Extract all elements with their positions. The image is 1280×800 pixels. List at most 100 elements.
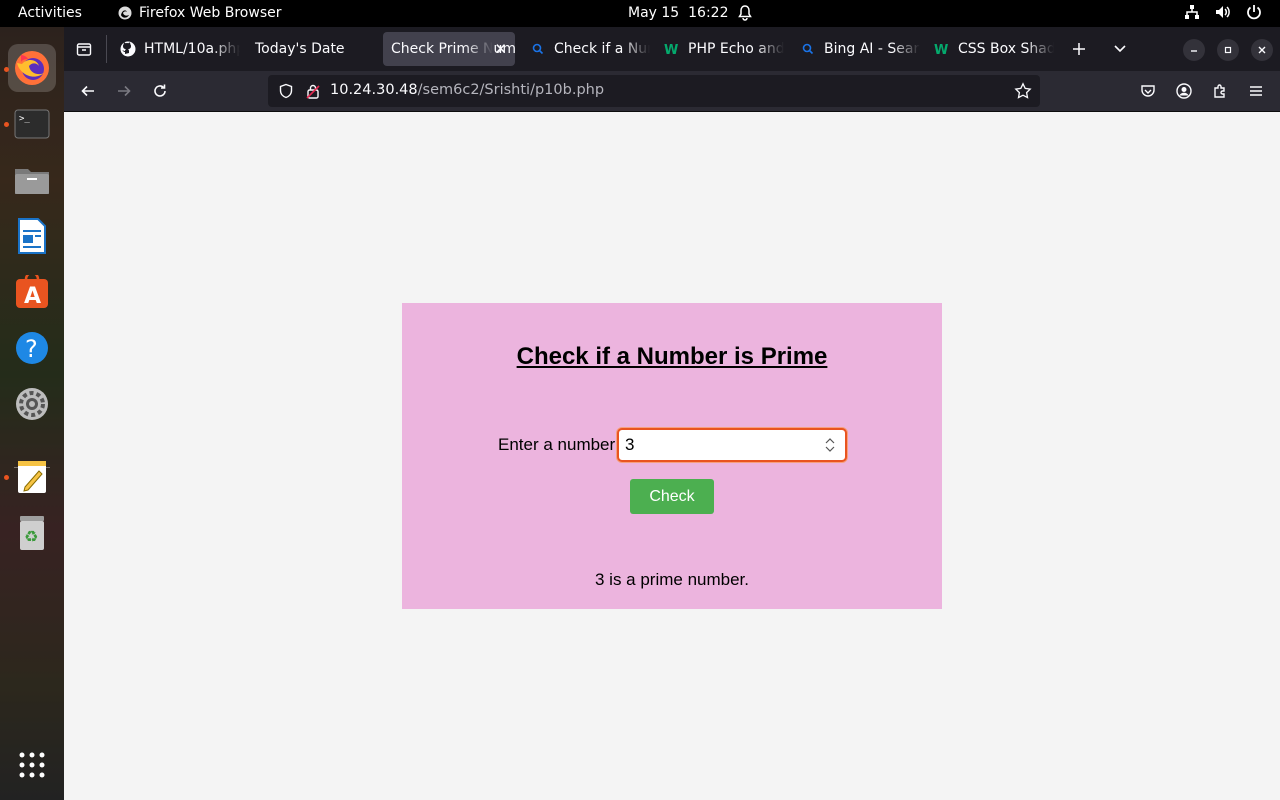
restore-button[interactable] (1217, 39, 1239, 61)
puzzle-icon (1214, 84, 1225, 98)
system-top-bar: Activities Firefox Web Browser May 15 16… (0, 0, 1280, 27)
minimize-icon (1191, 50, 1197, 52)
app-center-icon: A (16, 275, 48, 309)
app-name: Firefox Web Browser (139, 5, 282, 21)
page-title: Check if a Number is Prime (516, 343, 828, 370)
running-indicator (4, 475, 9, 480)
text-editor-icon (18, 461, 46, 493)
dock-show-apps[interactable] (8, 741, 56, 789)
svg-text:♻: ♻ (24, 527, 38, 546)
page-viewport: Check if a Number is Prime Enter a numbe… (64, 112, 1280, 800)
tab-label: Today's Date (255, 41, 345, 57)
volume-icon (1216, 6, 1230, 18)
dock-app-center[interactable]: A (8, 268, 56, 316)
forward-button[interactable] (110, 79, 138, 103)
dock-settings[interactable] (8, 380, 56, 428)
app-menu[interactable]: Firefox Web Browser (117, 5, 282, 21)
tab-bar: HTML/10a.php Today's Date Check Prime Nu… (64, 27, 1280, 71)
reload-icon (154, 84, 166, 97)
new-tab-button[interactable] (1067, 37, 1091, 61)
dock-writer[interactable] (8, 212, 56, 260)
dock-trash[interactable]: ♻ (8, 509, 56, 557)
pocket-button[interactable] (1134, 79, 1162, 103)
list-all-tabs-button[interactable] (1108, 37, 1132, 61)
number-input[interactable] (625, 434, 815, 456)
url-path: /sem6c2/Srishti/p10b.php (417, 82, 605, 98)
search-icon (530, 41, 546, 57)
extensions-button[interactable] (1206, 79, 1234, 103)
network-icon (1185, 5, 1199, 19)
hamburger-icon (1250, 86, 1262, 96)
clock-time: 16:22 (688, 5, 729, 21)
terminal-icon: >_ (14, 109, 50, 139)
folder-icon (15, 169, 49, 194)
tab-todays-date[interactable]: Today's Date (247, 32, 377, 66)
help-icon: ? (16, 332, 48, 364)
writer-icon (18, 218, 46, 254)
firefox-icon (15, 51, 49, 85)
chevron-down-icon (1114, 45, 1126, 53)
tab-php-echo[interactable]: W PHP Echo and (656, 32, 784, 66)
dock-text-editor[interactable] (8, 453, 56, 501)
running-indicator (4, 67, 9, 72)
svg-text:A: A (24, 284, 41, 309)
svg-text:?: ? (25, 335, 38, 363)
trash-icon: ♻ (20, 516, 44, 550)
system-tray[interactable] (1184, 4, 1262, 20)
settings-icon (16, 388, 48, 420)
account-button[interactable] (1170, 79, 1198, 103)
restore-icon (1224, 46, 1232, 54)
bell-icon (738, 5, 753, 21)
close-tab-icon[interactable]: ✕ (494, 40, 507, 58)
github-icon (120, 41, 136, 57)
tab-check-prime[interactable]: Check Prime Number ✕ (383, 32, 515, 66)
app-menu-button[interactable] (1242, 79, 1270, 103)
tracking-protection-icon[interactable] (278, 83, 294, 103)
account-icon (1176, 83, 1192, 99)
svg-text:W: W (664, 43, 678, 56)
dock-terminal[interactable]: >_ (8, 100, 56, 148)
dock-firefox[interactable] (8, 44, 56, 92)
firefox-window: HTML/10a.php Today's Date Check Prime Nu… (64, 27, 1280, 800)
url-bar[interactable]: 10.24.30.48/sem6c2/Srishti/p10b.php (268, 75, 1040, 107)
check-button[interactable]: Check (630, 479, 714, 514)
result-text: 3 is a prime number. (594, 570, 749, 589)
svg-text:W: W (934, 43, 948, 56)
number-label: Enter a number: (498, 435, 620, 454)
navigation-toolbar: 10.24.30.48/sem6c2/Srishti/p10b.php (64, 71, 1280, 112)
firefox-small-icon (118, 6, 132, 20)
w3schools-icon: W (934, 41, 950, 57)
close-window-button[interactable] (1251, 39, 1273, 61)
minimize-button[interactable] (1183, 39, 1205, 61)
tab-separator (106, 35, 107, 63)
w3schools-icon: W (664, 41, 680, 57)
prime-checker-card: Check if a Number is Prime Enter a numbe… (402, 303, 942, 609)
tab-bing-ai[interactable]: Bing AI - Search (792, 32, 920, 66)
number-input-wrapper[interactable] (617, 428, 847, 462)
tab-css-box-shadow[interactable]: W CSS Box Shadow (926, 32, 1054, 66)
insecure-lock-icon[interactable] (306, 83, 320, 103)
back-button[interactable] (74, 79, 102, 103)
pocket-icon (1141, 85, 1155, 97)
url-host: 10.24.30.48 (330, 82, 418, 98)
search-icon (800, 41, 816, 57)
plus-icon (1073, 43, 1085, 55)
running-indicator (4, 122, 9, 127)
number-spinner-icon[interactable] (823, 435, 837, 455)
clock[interactable]: May 15 16:22 (628, 5, 753, 21)
dock-files[interactable] (8, 156, 56, 204)
firefox-view-icon (76, 43, 92, 56)
bookmark-star-icon[interactable] (1014, 82, 1032, 104)
power-icon (1247, 5, 1261, 20)
reload-button[interactable] (146, 79, 174, 103)
svg-text:>_: >_ (19, 114, 30, 124)
url-text: 10.24.30.48/sem6c2/Srishti/p10b.php (330, 82, 604, 98)
tab-html-10a[interactable]: HTML/10a.php (112, 32, 240, 66)
activities-button[interactable]: Activities (18, 5, 82, 21)
arrow-left-icon (81, 85, 94, 97)
close-icon (1258, 46, 1266, 54)
tab-check-if-number[interactable]: Check if a Number (522, 32, 650, 66)
firefox-view-button[interactable] (72, 37, 96, 61)
clock-date: May 15 (628, 5, 680, 21)
dock-help[interactable]: ? (8, 324, 56, 372)
